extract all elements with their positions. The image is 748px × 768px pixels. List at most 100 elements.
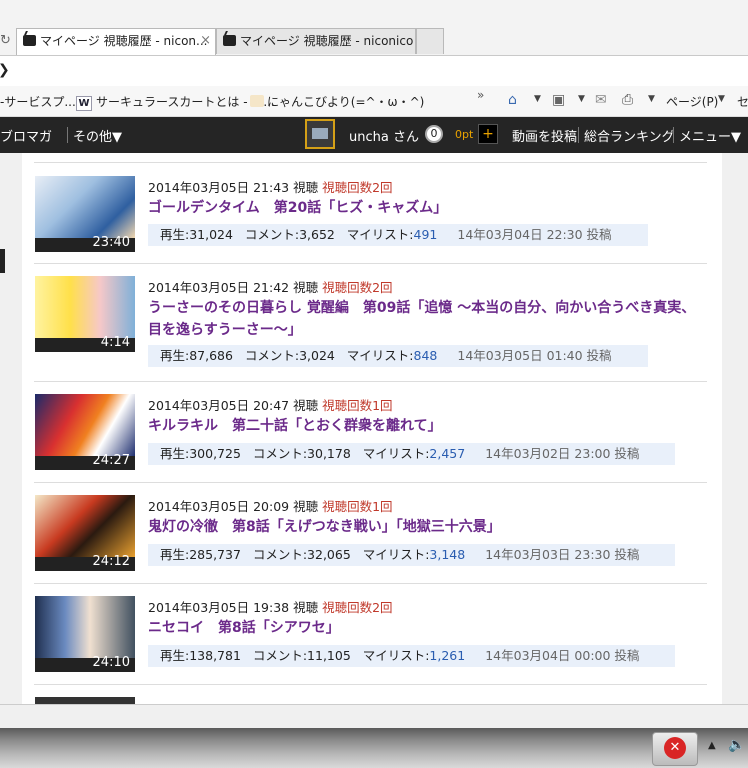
mylist-count: 491 [413, 227, 438, 242]
favorites-bar: -サービスプ... W サーキュラースカートとは - ア... にゃんこびより(=… [0, 86, 748, 117]
watch-count: 視聴回数1回 [322, 499, 393, 514]
tab-mypage-history-2[interactable]: マイページ 視聴履歴 - niconico [216, 28, 416, 54]
horizontal-scrollbar[interactable] [0, 704, 748, 729]
divider [67, 127, 68, 143]
comments: コメント:3,024 [244, 348, 335, 363]
more-favorites-chevron[interactable]: » [477, 88, 484, 102]
video-title[interactable]: ニセコイ 第8話「シアワセ」 [148, 617, 708, 639]
comments: コメント:3,652 [244, 227, 335, 242]
close-tab-icon[interactable]: × [200, 29, 211, 53]
tray-expand-icon[interactable]: ▲ [708, 740, 716, 751]
video-stats: 再生:87,686 コメント:3,024 マイリスト:848 14年03月05日 … [148, 345, 648, 367]
watch-date: 2014年03月05日 21:43 視聴 [148, 180, 319, 195]
list-item: 24:10 2014年03月05日 19:38 視聴 視聴回数2回 ニセコイ 第… [34, 583, 707, 684]
address-row: ❯ [0, 56, 748, 86]
favorite-circular-skirt[interactable]: W サーキュラースカートとは - ア... [76, 93, 275, 111]
side-tab-handle[interactable] [0, 249, 5, 273]
chevron-down-icon[interactable]: ▼ [534, 94, 541, 104]
video-title[interactable]: キルラキル 第二十話「とおく群衆を離れて」 [148, 415, 708, 437]
video-title[interactable]: うーさーのその日暮らし 覚醒編 第09話「追憶 ～本当の自分、向かい合うべき真実… [148, 297, 708, 341]
user-avatar[interactable] [305, 119, 335, 149]
video-thumbnail[interactable]: 24:10 [35, 596, 135, 672]
thumbnail-image [35, 596, 135, 658]
video-thumbnail[interactable]: 23:40 [35, 176, 135, 252]
duration: 24:12 [92, 554, 130, 569]
views: 再生:138,781 [160, 648, 241, 663]
chevron-down-icon[interactable]: ▼ [648, 94, 655, 104]
browser-tab-bar: ↻ マイページ 視聴履歴 - nicon... × マイページ 視聴履歴 - n… [0, 0, 748, 56]
page-menu[interactable]: ページ(P) [666, 93, 718, 110]
list-item: 24:27 2014年03月05日 20:47 視聴 視聴回数1回 キルラキル … [34, 381, 707, 482]
site-nav-bar: ブロマガ その他▼ uncha さん 0pt 動画を投稿 総合ランキング メニュ… [0, 117, 748, 153]
views: 再生:87,686 [160, 348, 233, 363]
cat-icon [250, 95, 264, 107]
video-thumbnail[interactable] [35, 697, 135, 704]
print-icon[interactable]: ⎙ [622, 92, 633, 108]
views: 再生:31,024 [160, 227, 233, 242]
right-gutter [722, 153, 748, 704]
video-title[interactable]: ゴールデンタイム 第20話「ヒズ・キャズム」 [148, 197, 708, 219]
comments: コメント:30,178 [252, 446, 351, 461]
forward-arrow-icon[interactable]: ❯ [0, 62, 10, 78]
mylist-count: 848 [413, 348, 438, 363]
video-title[interactable]: 鬼灯の冷徹 第8話「えげつなき戦い」「地獄三十六景」 [148, 516, 708, 538]
tab-mypage-history-1[interactable]: マイページ 視聴履歴 - nicon... × [16, 28, 216, 55]
video-thumbnail[interactable]: 24:12 [35, 495, 135, 571]
watch-count: 視聴回数2回 [322, 180, 393, 195]
duration: 23:40 [92, 235, 130, 250]
thumbnail-image [35, 495, 135, 557]
history-list: 23:40 2014年03月05日 21:43 視聴 視聴回数2回 ゴールデンタ… [22, 153, 722, 704]
duration: 24:27 [92, 453, 130, 468]
wikipedia-icon: W [76, 96, 92, 111]
posted-date: 14年03月05日 01:40 投稿 [457, 348, 612, 363]
watch-meta: 2014年03月05日 19:38 視聴 視聴回数2回 [148, 597, 393, 616]
reload-icon[interactable]: ↻ [0, 28, 12, 54]
nav-other[interactable]: その他▼ [73, 126, 122, 145]
home-icon[interactable]: ⌂ [508, 92, 517, 108]
posted-date: 14年03月04日 22:30 投稿 [457, 227, 612, 242]
mylist-label: マイリスト: [346, 348, 414, 363]
favorite-nyanko[interactable]: にゃんこびより(=^・ω・^) [250, 93, 424, 110]
volume-icon[interactable]: 🔈 [728, 737, 745, 753]
divider [673, 127, 674, 143]
nav-ranking[interactable]: 総合ランキング [584, 126, 675, 145]
new-tab-button[interactable] [416, 28, 444, 54]
views: 再生:300,725 [160, 446, 241, 461]
video-thumbnail[interactable]: 4:14 [35, 276, 135, 352]
nav-blomaga[interactable]: ブロマガ [0, 126, 52, 145]
chevron-down-icon[interactable]: ▼ [718, 94, 725, 104]
mylist-label: マイリスト: [362, 446, 430, 461]
video-stats: 再生:300,725 コメント:30,178 マイリスト:2,457 14年03月… [148, 443, 675, 465]
watch-meta: 2014年03月05日 21:43 視聴 視聴回数2回 [148, 177, 393, 196]
video-thumbnail[interactable]: 24:27 [35, 394, 135, 470]
watch-meta: 2014年03月05日 20:47 視聴 視聴回数1回 [148, 395, 393, 414]
plus-button[interactable]: + [478, 124, 498, 144]
video-stats: 再生:138,781 コメント:11,105 マイリスト:1,261 14年03月… [148, 645, 675, 667]
rss-feed-icon[interactable]: ▣ [552, 92, 565, 108]
mylist-label: マイリスト: [346, 227, 414, 242]
list-item: 23:40 2014年03月05日 21:43 視聴 視聴回数2回 ゴールデンタ… [34, 162, 707, 263]
comments: コメント:32,065 [252, 547, 351, 562]
comments: コメント:11,105 [252, 648, 351, 663]
watch-count: 視聴回数2回 [322, 600, 393, 615]
left-gutter [0, 153, 22, 704]
thumbnail-image [35, 176, 135, 238]
points-badge: 0 [425, 125, 443, 143]
niconico-tv-icon [23, 35, 36, 46]
chevron-down-icon[interactable]: ▼ [578, 94, 585, 104]
video-stats: 再生:31,024 コメント:3,652 マイリスト:491 14年03月04日 … [148, 224, 648, 246]
nav-upload-video[interactable]: 動画を投稿 [512, 126, 577, 145]
mail-icon[interactable]: ✉ [595, 92, 607, 108]
safety-menu[interactable]: セ [737, 93, 748, 110]
watch-count: 視聴回数1回 [322, 398, 393, 413]
favorite-service[interactable]: -サービスプ... [0, 93, 76, 110]
niconico-tv-icon [223, 35, 236, 46]
video-stats: 再生:285,737 コメント:32,065 マイリスト:3,148 14年03月… [148, 544, 675, 566]
watch-date: 2014年03月05日 20:09 視聴 [148, 499, 319, 514]
username[interactable]: uncha さん [349, 126, 419, 145]
nav-menu[interactable]: メニュー▼ [679, 126, 741, 145]
posted-date: 14年03月03日 23:30 投稿 [485, 547, 640, 562]
list-item: 24:12 2014年03月05日 20:09 視聴 視聴回数1回 鬼灯の冷徹 … [34, 482, 707, 583]
posted-date: 14年03月02日 23:00 投稿 [485, 446, 640, 461]
antivirus-tray-icon[interactable] [652, 732, 698, 766]
